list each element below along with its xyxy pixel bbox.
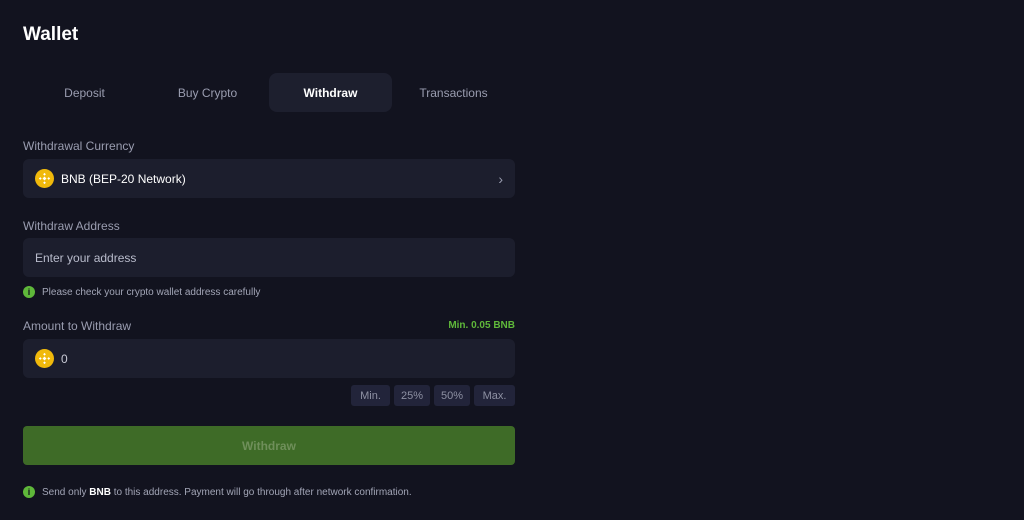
page-title: Wallet xyxy=(23,24,79,45)
note-coin: BNB xyxy=(89,486,111,498)
preset-max-button[interactable]: Max. xyxy=(474,385,515,406)
withdraw-button[interactable]: Withdraw xyxy=(23,426,515,465)
address-field xyxy=(23,238,515,277)
network-note: i Send only BNB to this address. Payment… xyxy=(23,486,412,498)
info-icon: i xyxy=(23,286,35,298)
preset-50-button[interactable]: 50% xyxy=(434,385,470,406)
amount-presets: Min. 25% 50% Max. xyxy=(351,385,515,406)
tab-transactions[interactable]: Transactions xyxy=(392,73,515,112)
note-suffix: to this address. Payment will go through… xyxy=(110,486,412,498)
preset-min-button[interactable]: Min. xyxy=(351,385,390,406)
tab-withdraw[interactable]: Withdraw xyxy=(269,73,392,112)
tab-buy-crypto[interactable]: Buy Crypto xyxy=(146,73,269,112)
currency-value: BNB (BEP-20 Network) xyxy=(61,171,186,186)
address-label: Withdraw Address xyxy=(23,219,120,233)
address-input[interactable] xyxy=(35,250,503,265)
amount-field xyxy=(23,339,515,378)
info-icon: i xyxy=(23,486,35,498)
amount-input[interactable] xyxy=(61,351,503,366)
min-amount-label: Min. 0.05 BNB xyxy=(448,320,515,331)
note-prefix: Send only xyxy=(42,486,90,498)
tab-deposit[interactable]: Deposit xyxy=(23,73,146,112)
preset-25-button[interactable]: 25% xyxy=(394,385,430,406)
address-hint-text: Please check your crypto wallet address … xyxy=(42,286,261,298)
currency-label: Withdrawal Currency xyxy=(23,139,135,153)
currency-select[interactable]: BNB (BEP-20 Network) › xyxy=(23,159,515,198)
bnb-coin-icon xyxy=(35,349,54,368)
amount-label: Amount to Withdraw xyxy=(23,319,132,333)
chevron-right-icon: › xyxy=(498,170,503,187)
bnb-coin-icon xyxy=(35,169,54,188)
address-hint: i Please check your crypto wallet addres… xyxy=(23,286,260,298)
wallet-tabs: Deposit Buy Crypto Withdraw Transactions xyxy=(23,73,515,112)
